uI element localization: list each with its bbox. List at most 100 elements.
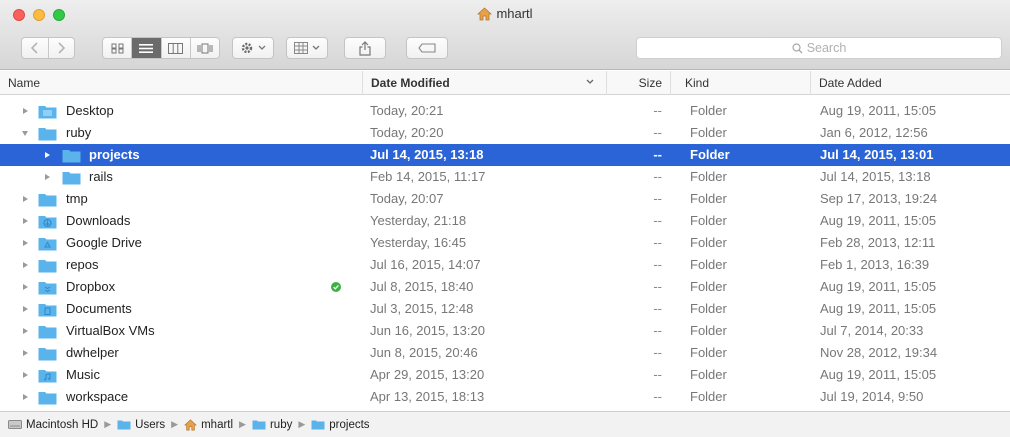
- date-added: Feb 1, 2013, 16:39: [820, 257, 930, 272]
- kind: Folder: [690, 191, 727, 206]
- window-title: mhartl: [0, 6, 1010, 24]
- size: --: [653, 301, 662, 316]
- chevron-down-icon: [258, 45, 266, 50]
- path-item-projects[interactable]: projects: [311, 418, 370, 431]
- path-bar: Macintosh HD ▶ Users ▶ mhartl ▶ ruby ▶ p…: [0, 411, 1010, 437]
- file-list: Desktop Today, 20:21 -- Folder Aug 19, 2…: [0, 100, 1010, 408]
- forward-button[interactable]: [49, 38, 75, 58]
- table-row[interactable]: Music Apr 29, 2015, 13:20 -- Folder Aug …: [0, 364, 1010, 386]
- disclosure-triangle-icon[interactable]: [22, 188, 29, 210]
- table-row[interactable]: tmp Today, 20:07 -- Folder Sep 17, 2013,…: [0, 188, 1010, 210]
- path-item-ruby[interactable]: ruby: [252, 419, 292, 431]
- disclosure-triangle-icon[interactable]: [22, 364, 29, 386]
- name-cell: Dropbox: [0, 276, 360, 298]
- size: --: [653, 191, 662, 206]
- table-row[interactable]: dwhelper Jun 8, 2015, 20:46 -- Folder No…: [0, 342, 1010, 364]
- name-cell: tmp: [0, 188, 360, 210]
- table-row[interactable]: Dropbox Jul 8, 2015, 18:40 -- Folder Aug…: [0, 276, 1010, 298]
- search-placeholder: Search: [806, 41, 847, 55]
- table-row[interactable]: Documents Jul 3, 2015, 12:48 -- Folder A…: [0, 298, 1010, 320]
- size: --: [653, 389, 662, 404]
- file-name: repos: [66, 257, 99, 272]
- disclosure-triangle-icon[interactable]: [22, 276, 29, 298]
- share-button[interactable]: [344, 37, 386, 59]
- size: --: [653, 125, 662, 140]
- date-added: Sep 17, 2013, 19:24: [820, 191, 938, 206]
- icon-view-button[interactable]: [103, 38, 133, 58]
- column-header-kind[interactable]: Kind: [670, 71, 810, 95]
- tags-button[interactable]: [406, 37, 448, 59]
- path-item-mhartl[interactable]: mhartl: [184, 419, 233, 431]
- file-name: Downloads: [66, 213, 131, 228]
- disclosure-triangle-icon[interactable]: [22, 298, 29, 320]
- date-modified: Apr 13, 2015, 18:13: [370, 389, 485, 404]
- grid-icon: [111, 43, 124, 53]
- desktop-folder-icon: [38, 106, 57, 119]
- table-row[interactable]: rails Feb 14, 2015, 11:17 -- Folder Jul …: [0, 166, 1010, 188]
- disclosure-triangle-icon[interactable]: [22, 100, 29, 122]
- disclosure-triangle-icon[interactable]: [44, 144, 51, 166]
- size: --: [653, 103, 662, 118]
- column-header-name[interactable]: Name: [0, 71, 362, 95]
- date-modified: Apr 29, 2015, 13:20: [370, 367, 485, 382]
- path-item-users[interactable]: Users: [117, 419, 165, 431]
- path-item-label: projects: [329, 418, 370, 431]
- sync-complete-icon: [331, 282, 341, 292]
- view-mode-control: [102, 37, 220, 59]
- disclosure-triangle-icon[interactable]: [22, 210, 29, 232]
- kind: Folder: [690, 257, 727, 272]
- column-header-date-added[interactable]: Date Added: [810, 71, 1010, 95]
- name-cell: Music: [0, 364, 360, 386]
- name-cell: dwhelper: [0, 342, 360, 364]
- table-row[interactable]: workspace Apr 13, 2015, 18:13 -- Folder …: [0, 386, 1010, 408]
- column-view-button[interactable]: [162, 38, 191, 58]
- column-header-size[interactable]: Size: [606, 71, 670, 95]
- column-header-bar: Name Date Modified Size Kind Date Added: [0, 71, 1010, 95]
- date-added: Jul 14, 2015, 13:01: [820, 147, 934, 162]
- path-separator-icon: ▶: [298, 419, 306, 429]
- table-row[interactable]: Downloads Yesterday, 21:18 -- Folder Aug…: [0, 210, 1010, 232]
- name-cell: repos: [0, 254, 360, 276]
- table-row[interactable]: repos Jul 16, 2015, 14:07 -- Folder Feb …: [0, 254, 1010, 276]
- file-name: Documents: [66, 301, 132, 316]
- table-row[interactable]: Google Drive Yesterday, 16:45 -- Folder …: [0, 232, 1010, 254]
- back-button[interactable]: [22, 38, 49, 58]
- chevron-left-icon: [30, 42, 38, 54]
- disclosure-triangle-expanded-icon[interactable]: [21, 122, 29, 144]
- name-cell: Documents: [0, 298, 360, 320]
- column-size-label: Size: [638, 76, 662, 90]
- disclosure-triangle-icon[interactable]: [22, 386, 29, 408]
- path-item-macintosh-hd[interactable]: Macintosh HD: [8, 419, 98, 431]
- kind: Folder: [690, 279, 727, 294]
- disclosure-triangle-icon[interactable]: [22, 232, 29, 254]
- downloads-folder-icon: [38, 216, 57, 229]
- date-modified: Feb 14, 2015, 11:17: [370, 169, 486, 184]
- table-row[interactable]: Desktop Today, 20:21 -- Folder Aug 19, 2…: [0, 100, 1010, 122]
- folder-icon: [252, 420, 266, 430]
- disclosure-triangle-icon[interactable]: [22, 320, 29, 342]
- disclosure-triangle-icon[interactable]: [22, 342, 29, 364]
- table-row[interactable]: ruby Today, 20:20 -- Folder Jan 6, 2012,…: [0, 122, 1010, 144]
- folder-icon: [62, 150, 81, 163]
- column-kind-label: Kind: [685, 76, 710, 90]
- list-view-button[interactable]: [132, 38, 162, 58]
- action-menu-button[interactable]: [232, 37, 274, 59]
- disclosure-triangle-icon[interactable]: [44, 166, 51, 188]
- date-modified: Jul 8, 2015, 18:40: [370, 279, 474, 294]
- folder-icon: [38, 194, 57, 207]
- arrange-menu-button[interactable]: [286, 37, 328, 59]
- size: --: [653, 147, 662, 162]
- search-input[interactable]: Search: [636, 37, 1002, 59]
- kind: Folder: [690, 235, 727, 250]
- arrange-grid-icon: [294, 42, 308, 54]
- table-row-selected[interactable]: projects Jul 14, 2015, 13:18 -- Folder J…: [0, 144, 1010, 166]
- path-item-label: Users: [135, 418, 166, 431]
- date-added: Jul 14, 2015, 13:18: [820, 169, 931, 184]
- column-header-date-modified[interactable]: Date Modified: [362, 71, 606, 95]
- finder-window: mhartl Search Name Date Modified Size Ki…: [0, 0, 1010, 437]
- date-added: Aug 19, 2011, 15:05: [820, 213, 937, 228]
- table-row[interactable]: VirtualBox VMs Jun 16, 2015, 13:20 -- Fo…: [0, 320, 1010, 342]
- disclosure-triangle-icon[interactable]: [22, 254, 29, 276]
- folder-icon: [62, 172, 81, 185]
- cover-flow-button[interactable]: [191, 38, 219, 58]
